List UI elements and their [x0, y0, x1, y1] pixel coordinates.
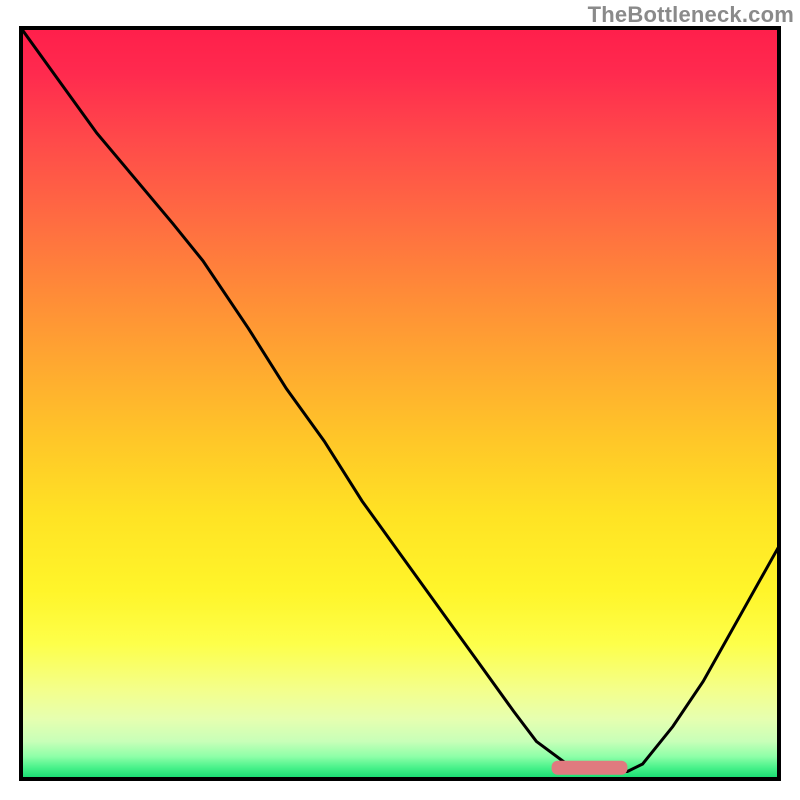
plot-background	[21, 28, 779, 779]
optimal-marker	[552, 761, 628, 775]
attribution-text: TheBottleneck.com	[588, 2, 794, 28]
chart-container: TheBottleneck.com	[0, 0, 800, 800]
bottleneck-chart	[0, 0, 800, 800]
